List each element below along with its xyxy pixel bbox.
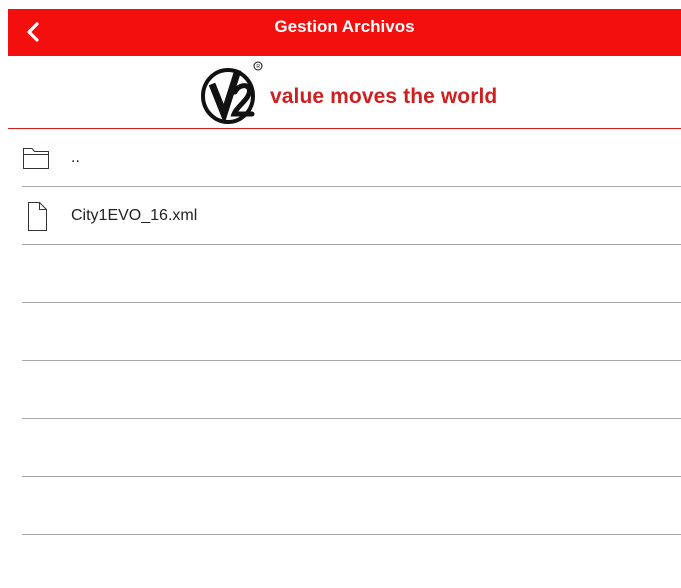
list-item-empty: [22, 245, 681, 303]
list-item-empty: [22, 303, 681, 361]
list-item-file[interactable]: City1EVO_16.xml: [22, 187, 681, 245]
brand-logo: R value moves the world: [198, 58, 497, 126]
list-item-label: ..: [71, 149, 80, 166]
navigation-bar: Gestion Archivos: [8, 9, 681, 56]
file-list: .. City1EVO_16.xml: [22, 129, 681, 535]
folder-icon: [23, 148, 49, 169]
list-item-empty: [22, 361, 681, 419]
document-icon: [28, 202, 47, 231]
list-item-empty: [22, 477, 681, 535]
v2-logo-icon: R: [201, 61, 263, 125]
list-item-label: City1EVO_16.xml: [71, 207, 198, 224]
brand-banner: R value moves the world: [8, 56, 681, 129]
svg-text:R: R: [256, 64, 260, 70]
page-title: Gestion Archivos: [274, 17, 415, 36]
list-item-empty: [22, 419, 681, 477]
list-item-parent-folder[interactable]: ..: [22, 129, 681, 187]
brand-tagline: value moves the world: [270, 85, 498, 108]
